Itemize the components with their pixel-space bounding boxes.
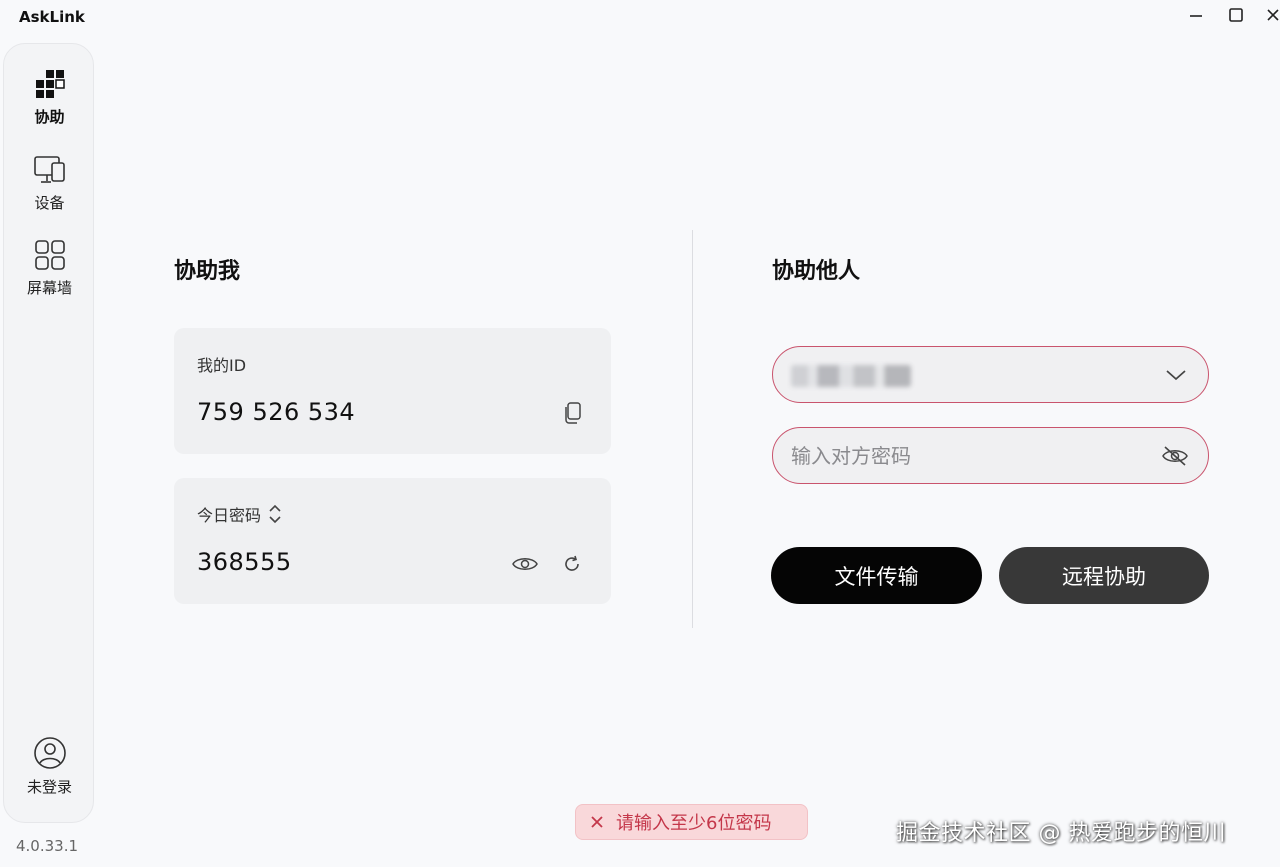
grid-icon	[34, 240, 65, 270]
show-password-button[interactable]	[512, 551, 538, 577]
toggle-password-visibility-button[interactable]	[1161, 443, 1189, 469]
partner-id-obscured-value	[791, 365, 911, 387]
sidebar-item-label: 设备	[34, 194, 65, 212]
assist-others-title: 协助他人	[772, 259, 861, 284]
remote-assist-button[interactable]: 远程协助	[999, 547, 1209, 604]
sidebar-item-screen-wall[interactable]: 屏幕墙	[4, 239, 95, 298]
sidebar-item-assist[interactable]: 协助	[4, 68, 95, 127]
watermark: 掘金技术社区 @ 热爱跑步的恒川	[896, 821, 1226, 846]
today-password-value: 368555	[197, 548, 292, 576]
close-icon	[1267, 9, 1279, 21]
app-title: AskLink	[19, 8, 85, 26]
sidebar-item-login[interactable]: 未登录	[4, 736, 95, 797]
today-password-label: 今日密码	[197, 506, 262, 525]
close-button[interactable]	[1262, 4, 1280, 26]
assist-me-title: 协助我	[174, 259, 241, 284]
toast-message: 请输入至少6位密码	[616, 813, 772, 834]
my-id-value: 759 526 534	[197, 398, 356, 426]
partner-password-input[interactable]	[791, 440, 1151, 472]
file-transfer-button[interactable]: 文件传输	[771, 547, 982, 604]
login-status-label: 未登录	[26, 778, 72, 796]
partner-id-field[interactable]	[772, 346, 1209, 403]
user-avatar-icon	[33, 737, 66, 769]
app-version: 4.0.33.1	[16, 837, 79, 855]
minimize-button[interactable]	[1185, 4, 1207, 26]
chevron-down-icon	[1166, 370, 1186, 381]
maximize-icon	[1229, 8, 1243, 22]
refresh-icon	[565, 555, 579, 571]
maximize-button[interactable]	[1225, 4, 1247, 26]
sidebar-item-label: 屏幕墙	[26, 279, 72, 297]
today-password-card: 今日密码 368555	[174, 478, 611, 604]
eye-off-icon	[1162, 446, 1188, 466]
error-toast: 请输入至少6位密码	[575, 804, 808, 840]
sidebar: 协助 设备 屏幕墙 未登录	[3, 43, 94, 823]
minimize-icon	[1190, 15, 1202, 17]
partner-password-field[interactable]	[772, 427, 1209, 484]
sidebar-item-devices[interactable]: 设备	[4, 154, 95, 213]
refresh-password-button[interactable]	[559, 551, 585, 577]
eye-icon	[512, 558, 538, 570]
close-icon	[591, 816, 603, 828]
assist-logo-icon	[35, 70, 65, 98]
copy-id-button[interactable]	[560, 400, 586, 426]
chevron-up-down-icon	[269, 504, 281, 524]
copy-icon	[565, 402, 581, 424]
devices-icon	[33, 156, 65, 183]
today-password-header: 今日密码	[197, 502, 283, 526]
sidebar-item-label: 协助	[34, 108, 65, 126]
title-bar: AskLink	[0, 0, 1280, 36]
password-type-toggle[interactable]	[267, 503, 283, 525]
my-id-card: 我的ID 759 526 534	[174, 328, 611, 454]
my-id-label: 我的ID	[197, 356, 247, 375]
vertical-divider	[692, 230, 693, 628]
partner-id-dropdown-button[interactable]	[1163, 363, 1189, 387]
